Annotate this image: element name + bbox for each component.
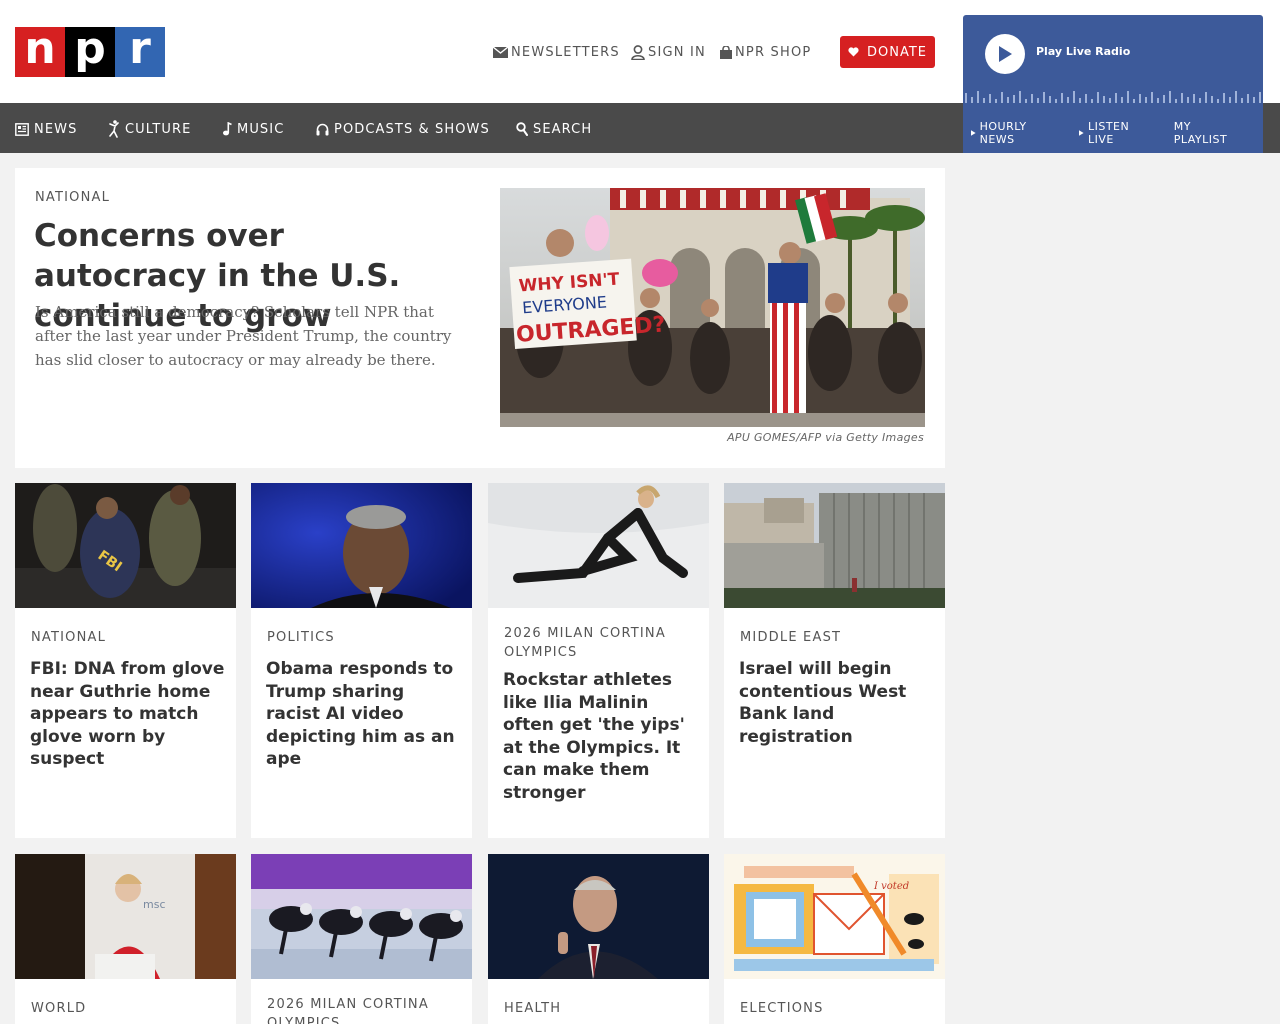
radio-links: HOURLY NEWS LISTEN LIVE MY PLAYLIST: [971, 120, 1263, 146]
headphones-icon: [316, 123, 329, 135]
play-live-radio-label: Play Live Radio: [1036, 45, 1131, 58]
nav-news[interactable]: NEWS: [15, 120, 77, 138]
nav-search-label: SEARCH: [533, 121, 593, 137]
backdrop-text: msc: [143, 898, 166, 911]
story-slug[interactable]: 2026 MILAN CORTINA OLYMPICS: [504, 624, 694, 662]
story-image-official[interactable]: [488, 854, 709, 979]
nav-podcasts-shows[interactable]: PODCASTS & SHOWS: [316, 120, 490, 138]
i-voted-text: I voted: [873, 881, 909, 892]
nav-news-label: NEWS: [34, 121, 78, 137]
sign-in-link[interactable]: SIGN IN: [631, 42, 706, 62]
story-image-west-bank-wall[interactable]: [724, 483, 945, 608]
story-image-obama[interactable]: [251, 483, 472, 608]
audio-waveform: [965, 91, 1261, 103]
newspaper-icon: [15, 122, 29, 136]
story-slug[interactable]: 2026 MILAN CORTINA OLYMPICS: [267, 995, 457, 1024]
npr-shop-link[interactable]: NPR SHOP: [720, 42, 811, 62]
heart-icon: [848, 47, 859, 57]
story-slug[interactable]: HEALTH: [504, 999, 694, 1018]
donate-label: DONATE: [866, 44, 927, 60]
story-card: HEALTH: [488, 854, 709, 1024]
my-playlist-link[interactable]: MY PLAYLIST: [1174, 120, 1253, 146]
story-card: POLITICS Obama responds to Trump sharing…: [251, 483, 472, 838]
story-image-speed-skaters[interactable]: [251, 854, 472, 979]
story-card: FBI NATIONAL FBI: DNA from glove near Gu…: [15, 483, 236, 838]
story-title[interactable]: Rockstar athletes like Ilia Malinin ofte…: [503, 669, 698, 804]
story-slug[interactable]: ELECTIONS: [740, 999, 930, 1018]
featured-slug[interactable]: NATIONAL: [35, 190, 110, 205]
user-icon: [631, 44, 645, 60]
story-slug[interactable]: WORLD: [31, 999, 221, 1018]
newsletters-label: NEWSLETTERS: [511, 44, 620, 60]
npr-shop-label: NPR SHOP: [735, 44, 812, 60]
small-play-icon: [1079, 130, 1084, 136]
envelope-icon: [493, 46, 508, 58]
hourly-news-link[interactable]: HOURLY NEWS: [971, 120, 1069, 146]
story-image-election-illustration[interactable]: I voted: [724, 854, 945, 979]
story-slug[interactable]: MIDDLE EAST: [740, 628, 930, 647]
small-play-icon: [971, 130, 976, 136]
story-card: 2026 MILAN CORTINA OLYMPICS Rockstar ath…: [488, 483, 709, 838]
logo-letter-r: r: [115, 27, 165, 77]
story-card: msc WORLD: [15, 854, 236, 1024]
featured-image-credit: APU GOMES/AFP via Getty Images: [727, 431, 924, 444]
featured-teaser: Is America still a democracy? Scholars t…: [35, 303, 452, 369]
live-radio-panel: Play Live Radio HOURLY NEWS LISTEN LIVE: [963, 15, 1263, 153]
hourly-news-label: HOURLY NEWS: [979, 120, 1027, 146]
story-image-fbi-agents[interactable]: FBI: [15, 483, 236, 608]
story-image-figure-skater[interactable]: [488, 483, 709, 608]
featured-image-protest[interactable]: WHY ISN'T EVERYONE OUTRAGED?: [500, 188, 925, 427]
magnifier-icon: [516, 122, 528, 136]
story-title[interactable]: FBI: DNA from glove near Guthrie home ap…: [30, 658, 225, 771]
shopping-bag-icon: [720, 45, 732, 59]
story-card: 2026 MILAN CORTINA OLYMPICS: [251, 854, 472, 1024]
newsletters-link[interactable]: NEWSLETTERS: [493, 42, 620, 62]
story-image-speaker[interactable]: msc: [15, 854, 236, 979]
npr-logo[interactable]: n p r: [15, 27, 165, 77]
play-icon: [999, 46, 1012, 62]
sign-in-label: SIGN IN: [648, 44, 706, 60]
nav-music-label: MUSIC: [237, 121, 285, 137]
nav-music[interactable]: MUSIC: [222, 120, 284, 138]
story-card: I voted ELECTIONS: [724, 854, 945, 1024]
play-live-radio-button[interactable]: [985, 34, 1025, 74]
story-title[interactable]: Obama responds to Trump sharing racist A…: [266, 658, 461, 771]
main-nav: NEWS CULTURE MUSIC PODCASTS & SHOWS SEAR…: [0, 103, 1280, 153]
donate-button[interactable]: DONATE: [840, 36, 935, 68]
my-playlist-label: MY PLAYLIST: [1173, 120, 1228, 146]
music-note-icon: [223, 122, 232, 136]
listen-live-link[interactable]: LISTEN LIVE: [1079, 120, 1163, 146]
story-title[interactable]: Israel will begin contentious West Bank …: [739, 658, 934, 748]
nav-podcasts-label: PODCASTS & SHOWS: [334, 121, 490, 137]
logo-letter-n: n: [15, 27, 65, 77]
story-slug[interactable]: POLITICS: [267, 628, 457, 647]
nav-culture-label: CULTURE: [125, 121, 192, 137]
nav-search[interactable]: SEARCH: [516, 120, 592, 138]
dancer-icon: [109, 120, 119, 138]
nav-culture[interactable]: CULTURE: [108, 120, 191, 138]
story-card: MIDDLE EAST Israel will begin contentiou…: [724, 483, 945, 838]
logo-letter-p: p: [65, 27, 115, 77]
featured-story: NATIONAL Concerns over autocracy in the …: [15, 168, 945, 468]
story-slug[interactable]: NATIONAL: [31, 628, 221, 647]
listen-live-label: LISTEN LIVE: [1087, 120, 1130, 146]
